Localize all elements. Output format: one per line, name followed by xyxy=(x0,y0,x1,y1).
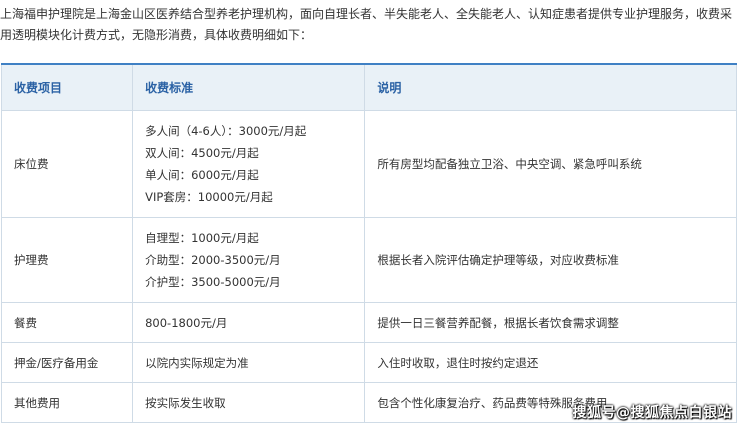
header-item: 收费项目 xyxy=(0,63,134,111)
fee-table: 收费项目 收费标准 说明 床位费 多人间（4-6人）：3000元/月起 双人间：… xyxy=(0,63,737,423)
cell-standard: 800-1800元/月 xyxy=(132,302,366,343)
cell-note: 所有房型均配备独立卫浴、中央空调、紧急呼叫系统 xyxy=(364,110,737,218)
table-row: 餐费 800-1800元/月 提供一日三餐营养配餐，根据长者饮食需求调整 xyxy=(0,302,737,343)
standard-line: 以院内实际规定为准 xyxy=(145,355,249,370)
standard-line: 自理型：1000元/月起 xyxy=(145,231,259,245)
cell-note: 入住时收取，退住时按约定退还 xyxy=(364,342,737,383)
cell-standard: 以院内实际规定为准 xyxy=(132,342,366,383)
intro-paragraph: 上海福申护理院是上海金山区医养结合型养老护理机构，面向自理长者、半失能老人、全失… xyxy=(0,7,733,42)
cell-note: 提供一日三餐营养配餐，根据长者饮食需求调整 xyxy=(364,302,737,343)
standard-line: 双人间：4500元/月起 xyxy=(145,146,259,160)
standard-line: 多人间（4-6人）：3000元/月起 xyxy=(145,124,307,138)
cell-standard: 多人间（4-6人）：3000元/月起 双人间：4500元/月起 单人间：6000… xyxy=(132,110,366,218)
standard-line: 按实际发生收取 xyxy=(145,395,226,410)
standard-line: 单人间：6000元/月起 xyxy=(145,168,259,182)
table-row: 押金/医疗备用金 以院内实际规定为准 入住时收取，退住时按约定退还 xyxy=(0,342,737,383)
cell-item: 床位费 xyxy=(0,110,134,218)
standard-line: 介助型：2000-3500元/月 xyxy=(145,253,281,267)
cell-item: 餐费 xyxy=(0,302,134,343)
cell-standard: 按实际发生收取 xyxy=(132,382,366,423)
standard-line: 介护型：3500-5000元/月 xyxy=(145,275,281,289)
watermark: 搜狐号@搜狐焦点白银站 xyxy=(572,405,732,421)
header-note: 说明 xyxy=(364,63,737,111)
standard-line: 800-1800元/月 xyxy=(145,315,228,330)
cell-item: 押金/医疗备用金 xyxy=(0,342,134,383)
table-row: 床位费 多人间（4-6人）：3000元/月起 双人间：4500元/月起 单人间：… xyxy=(0,110,737,218)
table-row: 护理费 自理型：1000元/月起 介助型：2000-3500元/月 介护型：35… xyxy=(0,217,737,303)
standard-line: VIP套房：10000元/月起 xyxy=(145,190,273,204)
table-header-row: 收费项目 收费标准 说明 xyxy=(0,63,737,111)
cell-standard: 自理型：1000元/月起 介助型：2000-3500元/月 介护型：3500-5… xyxy=(132,217,366,303)
cell-item: 护理费 xyxy=(0,217,134,303)
header-standard: 收费标准 xyxy=(132,63,366,111)
cell-note: 根据长者入院评估确定护理等级，对应收费标准 xyxy=(364,217,737,303)
cell-item: 其他费用 xyxy=(0,382,134,423)
